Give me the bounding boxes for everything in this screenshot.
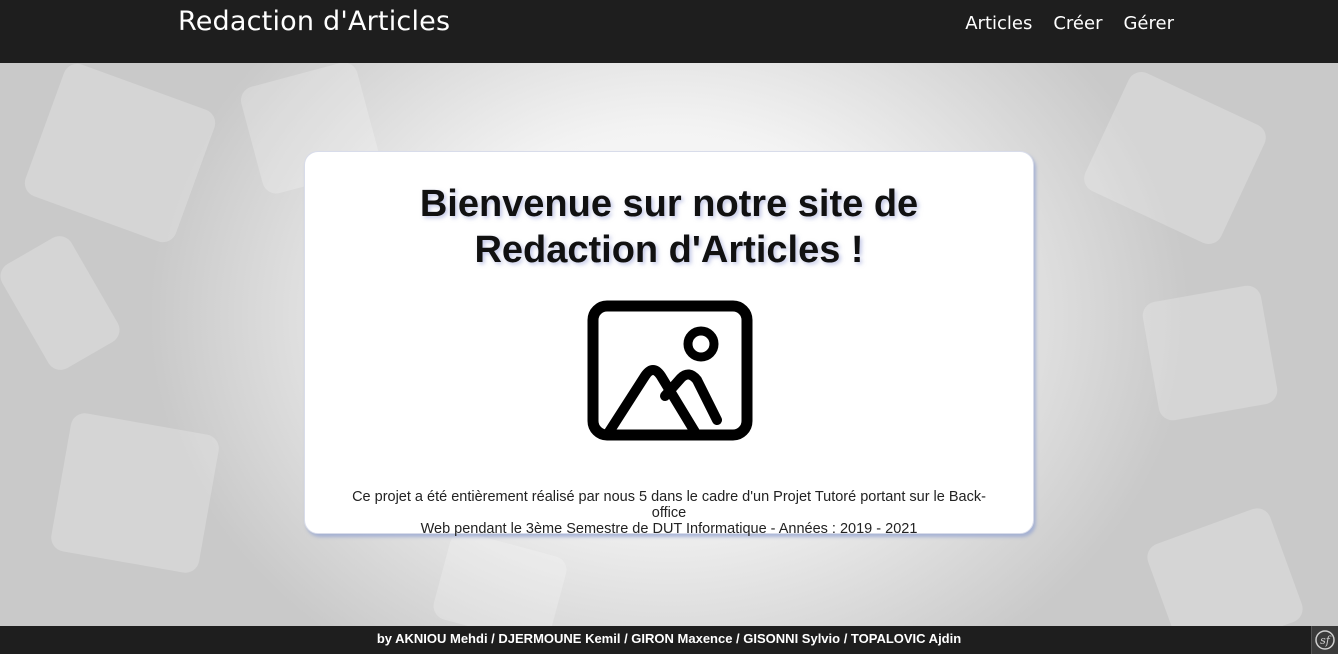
symfony-toolbar-icon[interactable]: sf [1311, 626, 1338, 654]
top-navbar: Redaction d'Articles Articles Créer Gére… [0, 0, 1338, 63]
project-description: Ce projet a été entièrement réalisé par … [335, 489, 1003, 537]
welcome-title: Bienvenue sur notre site de Redaction d'… [305, 181, 1033, 273]
welcome-title-line1: Bienvenue sur notre site de [419, 183, 919, 225]
hero-background: Bienvenue sur notre site de Redaction d'… [0, 63, 1338, 626]
project-description-line1: Ce projet a été entièrement réalisé par … [352, 488, 986, 521]
image-placeholder-icon [587, 300, 753, 441]
nav-link-gerer[interactable]: Gérer [1123, 13, 1174, 34]
nav-link-creer[interactable]: Créer [1053, 13, 1102, 34]
background-shape [1140, 283, 1280, 423]
svg-text:sf: sf [1320, 634, 1332, 647]
main-nav: Articles Créer Gérer [965, 13, 1174, 34]
project-description-line2: Web pendant le 3ème Semestre de DUT Info… [420, 520, 918, 537]
nav-link-articles[interactable]: Articles [965, 13, 1032, 34]
brand-link[interactable]: Redaction d'Articles [178, 6, 450, 37]
page-footer: by AKNIOU Mehdi / DJERMOUNE Kemil / GIRO… [0, 626, 1338, 654]
background-shape [20, 63, 220, 247]
welcome-title-line2: Redaction d'Articles ! [474, 229, 864, 271]
background-shape [0, 231, 125, 375]
footer-credits: by AKNIOU Mehdi / DJERMOUNE Kemil / GIRO… [376, 631, 962, 646]
background-shape [430, 529, 570, 626]
background-shape [48, 411, 222, 575]
background-shape [1143, 504, 1307, 626]
background-shape [1079, 67, 1271, 249]
symfony-logo-icon: sf [1315, 630, 1335, 650]
welcome-card: Bienvenue sur notre site de Redaction d'… [304, 151, 1034, 537]
